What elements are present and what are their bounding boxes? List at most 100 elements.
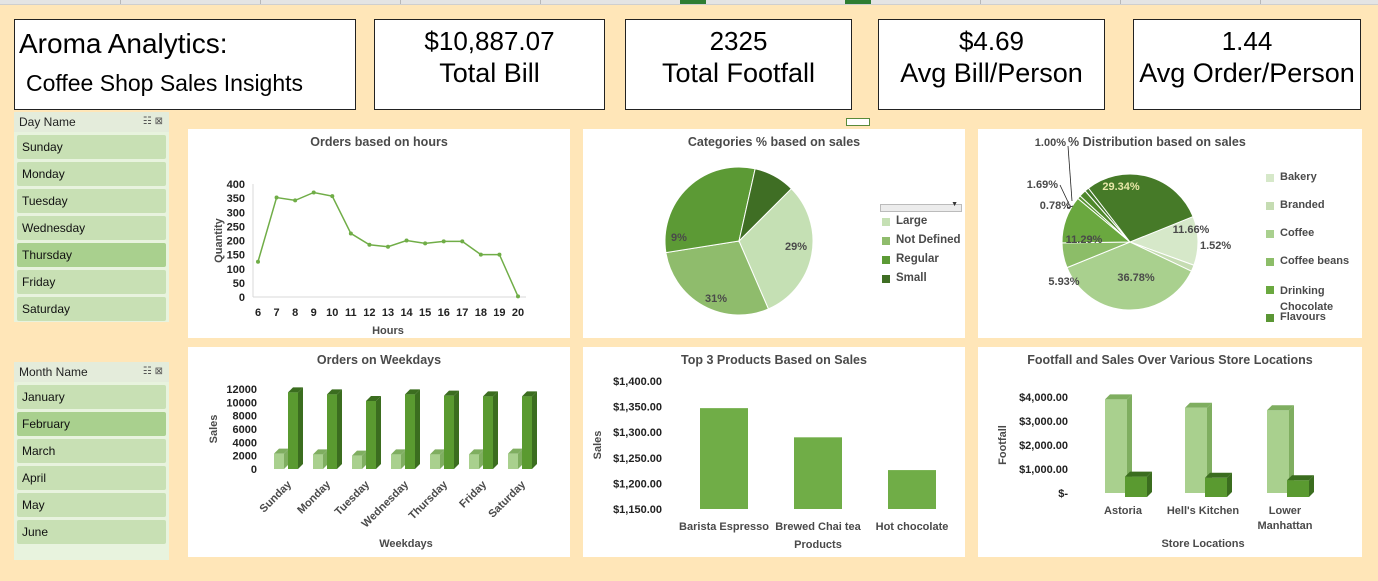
y-tick-label: $1,150.00: [613, 504, 662, 516]
legend-label: Bakery: [1280, 171, 1317, 183]
kpi-value: $4.69: [958, 26, 1025, 56]
slicer-item-january[interactable]: January: [17, 385, 166, 409]
y-tick-label: $1,000.00: [1019, 464, 1068, 476]
chart-title: Footfall and Sales Over Various Store Lo…: [1027, 353, 1313, 367]
chart-title: Orders on Weekdays: [316, 353, 442, 367]
kpi-label: Avg Bill/Person: [900, 58, 1083, 88]
legend-swatch: [1266, 230, 1274, 238]
chart-store-locations[interactable]: Footfall and Sales Over Various Store Lo…: [978, 347, 1362, 557]
slicer-item-march[interactable]: March: [17, 439, 166, 463]
legend-label: Coffee beans: [1280, 255, 1350, 267]
legend-label: Flavours: [1280, 311, 1326, 323]
bar-chart-svg: 020004000600080001000012000Sunday Monday T…: [208, 384, 537, 550]
kpi-value: 1.44: [1221, 26, 1273, 56]
y-tick-label: $3,000.00: [1019, 416, 1068, 428]
legend-item: Regular: [882, 253, 961, 272]
bar-series1: [313, 454, 323, 469]
legend-filter-dropdown[interactable]: ▼: [880, 201, 962, 212]
chart-title: Categories % based on sales: [687, 135, 861, 149]
clear-filter-icon[interactable]: ☷ ⊠: [143, 362, 163, 382]
spreadsheet-column-header-strip: [0, 0, 1378, 5]
y-tick-label: 6000: [233, 424, 257, 436]
data-point: [256, 259, 260, 264]
slicer-header: Month Name ☷ ⊠: [14, 362, 169, 382]
chart-top3-products[interactable]: Top 3 Products Based on Sales $1,150.00 $…: [583, 347, 965, 557]
slice-data-label: 1.00%: [1035, 137, 1066, 149]
y-tick-label: 400: [227, 179, 245, 191]
slicer-item-friday[interactable]: Friday: [17, 270, 166, 294]
data-point: [274, 195, 279, 200]
y-tick-label: $1,250.00: [613, 453, 662, 465]
legend-swatch: [1266, 258, 1274, 266]
chart-categories-pie[interactable]: Categories % based on sales 31%29%31%9% …: [583, 129, 965, 338]
bar-series2: [522, 396, 532, 469]
month-name-slicer: Month Name ☷ ⊠ January February March Ap…: [14, 362, 169, 560]
chart-orders-by-hour[interactable]: Orders based on hours 0 50 100 150 200 250 300…: [188, 129, 570, 338]
slicer-item-may[interactable]: May: [17, 493, 166, 517]
bar-series2-side: [337, 389, 342, 469]
y-tick-label: $1,300.00: [613, 427, 662, 439]
x-tick-label: Monday: [295, 478, 333, 516]
chart-title: % Distribution based on sales: [1068, 135, 1246, 149]
pie-legend: Large Not Defined Regular Small: [882, 215, 961, 291]
chart-orders-weekdays[interactable]: Orders on Weekdays 0 2000 4000 6000 8000 1000…: [188, 347, 570, 557]
x-axis-title: Weekdays: [379, 538, 433, 550]
data-point: [441, 239, 446, 244]
legend-swatch: [1266, 202, 1274, 210]
slicer-item-sunday[interactable]: Sunday: [17, 135, 166, 159]
chart-title: Orders based on hours: [310, 135, 448, 149]
x-tick-label: Lower: [1269, 505, 1302, 517]
x-axis-title: Products: [794, 539, 842, 551]
legend-item: Small: [882, 272, 961, 291]
y-tick-label: 150: [227, 250, 245, 262]
slicer-item-thursday[interactable]: Thursday: [17, 243, 166, 267]
legend-item: Coffee beans: [1266, 255, 1360, 283]
kpi-value: 2325: [709, 26, 768, 56]
slicer-item-june[interactable]: June: [17, 520, 166, 544]
slice-data-label: 9%: [671, 232, 687, 244]
legend-label: Small: [896, 272, 927, 284]
x-tick-label: 12: [363, 307, 375, 319]
legend-label: Not Defined: [896, 234, 961, 246]
kpi-label: Avg Order/Person: [1139, 58, 1355, 88]
slicer-item-april[interactable]: April: [17, 466, 166, 490]
slice-data-label: 11.29%: [1066, 234, 1103, 246]
y-axis-title: Footfall: [997, 425, 1009, 465]
selection-handle[interactable]: [846, 118, 870, 126]
bar-series2: [327, 394, 337, 469]
slicer-item-wednesday[interactable]: Wednesday: [17, 216, 166, 240]
kpi-avg-bill-per-person: $4.69 Avg Bill/Person: [878, 19, 1105, 110]
x-axis-title: Store Locations: [1161, 538, 1244, 550]
legend-item: Coffee: [1266, 227, 1360, 255]
kpi-label: Total Bill: [439, 58, 540, 88]
data-point: [516, 294, 520, 299]
kpi-value: $10,887.07: [424, 26, 555, 56]
slicer-item-february[interactable]: February: [17, 412, 166, 436]
data-point: [386, 244, 390, 249]
chart-product-distribution-pie[interactable]: % Distribution based on sales 11.66% 1.52…: [978, 129, 1362, 338]
clear-filter-icon[interactable]: ☷ ⊠: [143, 112, 163, 132]
x-tick-label: 10: [326, 307, 338, 319]
slice-data-label: 1.52%: [1200, 240, 1231, 252]
slicer-item-tuesday[interactable]: Tuesday: [17, 189, 166, 213]
x-tick-label: 9: [311, 307, 317, 319]
slice-data-label: 0.78%: [1040, 200, 1071, 212]
bar-series1: [391, 454, 401, 469]
y-tick-label: 100: [227, 264, 245, 276]
slicer-item-monday[interactable]: Monday: [17, 162, 166, 186]
x-tick-label: Hot chocolate: [876, 521, 949, 533]
x-tick-label: 16: [438, 307, 450, 319]
slice-data-label: 36.78%: [1117, 272, 1155, 284]
bar-series1: [430, 454, 440, 469]
bar-series2: [288, 392, 298, 469]
y-axis-title: Sales: [592, 431, 604, 460]
legend-swatch: [1266, 286, 1274, 294]
bar-series1: [508, 453, 518, 469]
bar-series2-side: [454, 390, 459, 469]
slicer-title: Month Name: [19, 365, 88, 379]
y-tick-label: 4000: [233, 437, 257, 449]
chart-title: Top 3 Products Based on Sales: [681, 353, 867, 367]
x-tick-label: 15: [419, 307, 431, 319]
y-tick-label: 200: [227, 236, 245, 248]
slicer-item-saturday[interactable]: Saturday: [17, 297, 166, 321]
